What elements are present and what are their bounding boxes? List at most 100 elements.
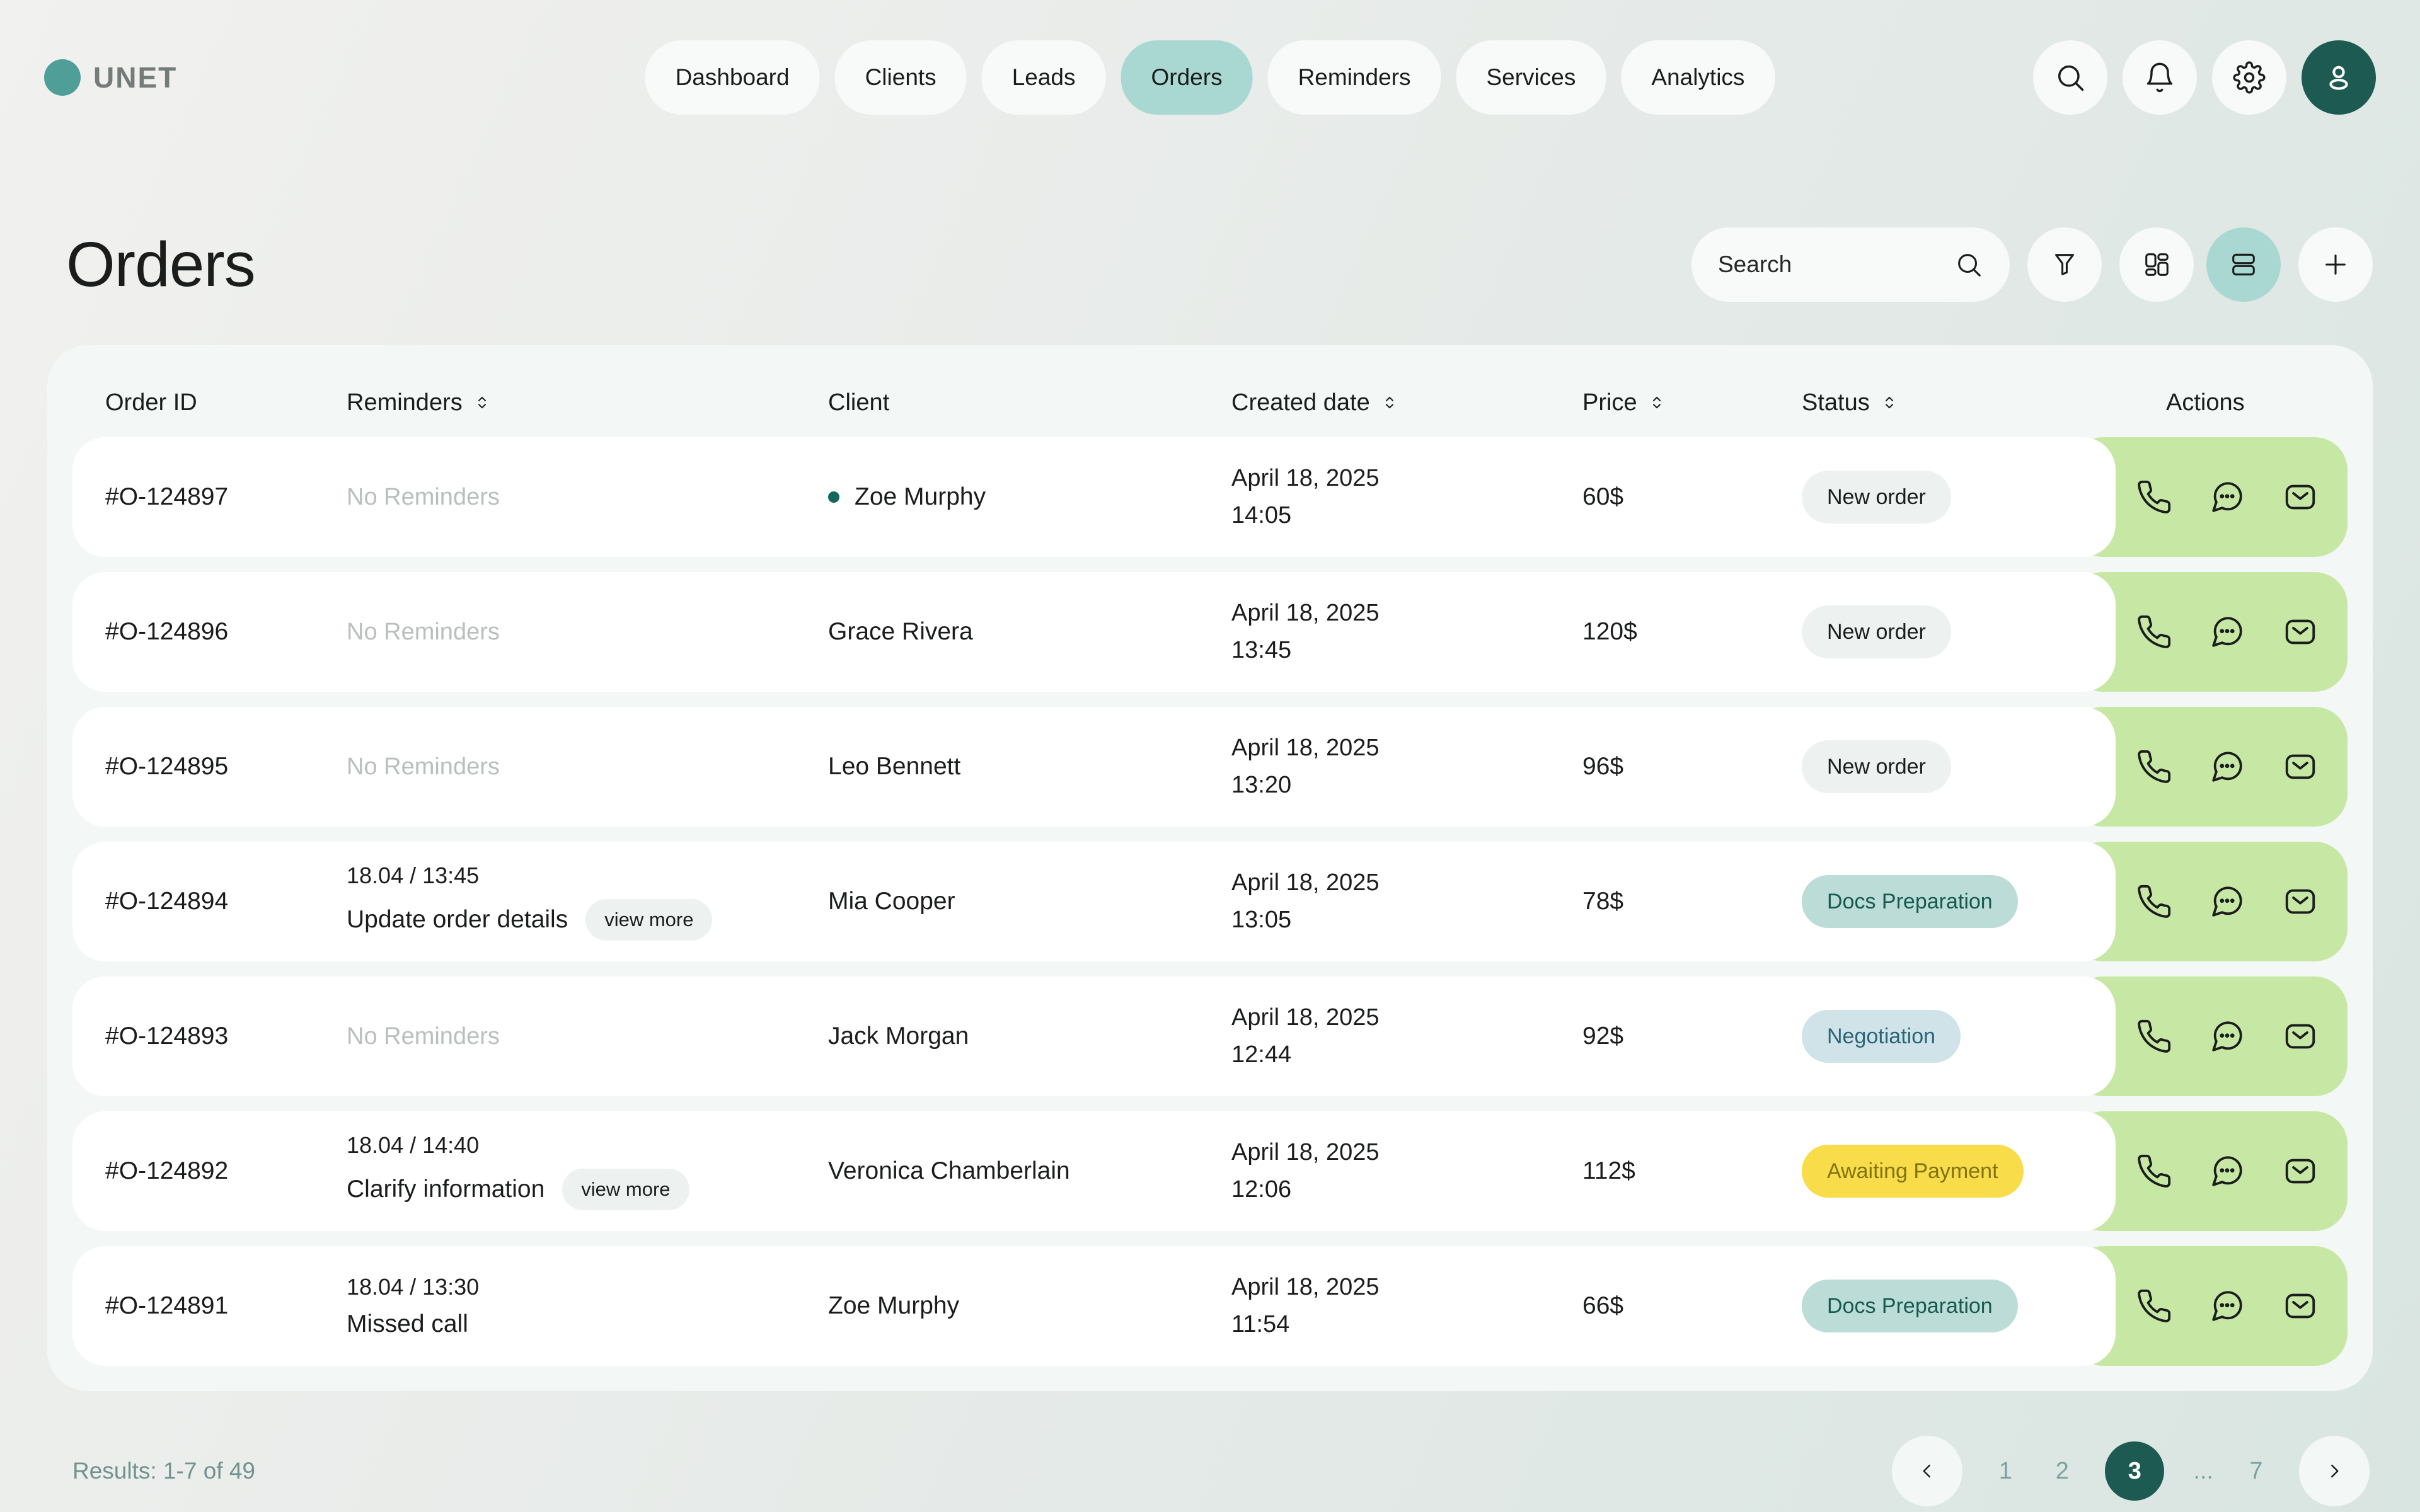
sort-icon[interactable] (473, 393, 492, 412)
reminder-cell: No Reminders (347, 619, 828, 646)
client-name: Mia Cooper (828, 888, 955, 915)
row-card[interactable]: #O-124894 18.04 / 13:45 Update order det… (72, 842, 2116, 961)
table-row: #O-124896 No Reminders Grace Rivera Apri… (72, 572, 2348, 692)
search-icon (2054, 61, 2087, 94)
next-page-button[interactable] (2299, 1436, 2370, 1506)
pagination: 1 2 3 ... 7 (1892, 1436, 2370, 1506)
chat-icon[interactable] (2209, 614, 2245, 650)
table-row: #O-124894 18.04 / 13:45 Update order det… (72, 842, 2348, 961)
reminder-cell: No Reminders (347, 1023, 828, 1050)
status-badge: New order (1802, 740, 1951, 793)
nav-item-leads[interactable]: Leads (982, 40, 1106, 115)
status-cell: New order (1802, 740, 2116, 793)
mail-icon[interactable] (2282, 1288, 2319, 1324)
phone-icon[interactable] (2136, 614, 2172, 650)
chat-icon[interactable] (2209, 748, 2245, 785)
date: April 18, 2025 (1231, 730, 1582, 767)
reminder-time: 18.04 / 14:40 (347, 1132, 828, 1159)
list-view-button[interactable] (2206, 227, 2281, 302)
created-date-cell: April 18, 202513:05 (1231, 864, 1582, 939)
mail-icon[interactable] (2282, 479, 2319, 515)
phone-icon[interactable] (2136, 883, 2172, 920)
phone-icon[interactable] (2136, 1153, 2172, 1189)
notifications-button[interactable] (2123, 40, 2197, 115)
page-number-7[interactable]: 7 (2242, 1458, 2270, 1485)
chat-icon[interactable] (2209, 883, 2245, 920)
status-badge: Negotiation (1802, 1010, 1961, 1063)
phone-icon[interactable] (2136, 479, 2172, 515)
nav-item-dashboard[interactable]: Dashboard (645, 40, 820, 115)
client-cell: Grace Rivera (828, 618, 1231, 646)
date: April 18, 2025 (1231, 1269, 1582, 1306)
grid-view-button[interactable] (2119, 227, 2194, 302)
sort-icon[interactable] (1647, 393, 1666, 412)
nav-item-clients[interactable]: Clients (835, 40, 967, 115)
nav-item-services[interactable]: Services (1456, 40, 1606, 115)
top-bar: UNET Dashboard Clients Leads Orders Remi… (44, 39, 2376, 116)
sort-icon[interactable] (1380, 393, 1399, 412)
chat-icon[interactable] (2209, 1153, 2245, 1189)
orders-table: Order ID Reminders Client Created date P… (47, 345, 2373, 1391)
price: 66$ (1582, 1292, 1802, 1320)
add-order-button[interactable] (2298, 227, 2373, 302)
mail-icon[interactable] (2282, 1153, 2319, 1189)
created-date-cell: April 18, 202513:20 (1231, 730, 1582, 804)
chat-icon[interactable] (2209, 1288, 2245, 1324)
order-id: #O-124893 (105, 1022, 347, 1050)
brand-logo-icon (44, 59, 81, 96)
nav-item-analytics[interactable]: Analytics (1621, 40, 1775, 115)
header-status: Status (1802, 389, 2128, 416)
client-name: Jack Morgan (828, 1022, 969, 1050)
row-card[interactable]: #O-124896 No Reminders Grace Rivera Apri… (72, 572, 2116, 692)
mail-icon[interactable] (2282, 883, 2319, 920)
mail-icon[interactable] (2282, 614, 2319, 650)
plus-icon (2321, 250, 2350, 279)
search-icon (1954, 250, 1983, 279)
page-head: Orders (66, 222, 2373, 307)
mail-icon[interactable] (2282, 748, 2319, 785)
header-created-date: Created date (1231, 389, 1582, 416)
header-reminders: Reminders (347, 389, 828, 416)
page-number-3-active[interactable]: 3 (2105, 1441, 2164, 1501)
status-badge: Docs Preparation (1802, 875, 2018, 928)
view-more-button[interactable]: view more (585, 899, 712, 941)
filter-button[interactable] (2027, 227, 2102, 302)
page-number-2[interactable]: 2 (2048, 1458, 2076, 1485)
page-title: Orders (66, 229, 255, 301)
profile-button[interactable] (2302, 40, 2376, 115)
grid-view-icon (2142, 250, 2171, 279)
nav-item-reminders[interactable]: Reminders (1268, 40, 1441, 115)
reminder-cell: No Reminders (347, 753, 828, 781)
nav-item-orders[interactable]: Orders (1121, 40, 1253, 115)
row-card[interactable]: #O-124893 No Reminders Jack Morgan April… (72, 976, 2116, 1096)
row-card[interactable]: #O-124895 No Reminders Leo Bennett April… (72, 707, 2116, 827)
time: 13:05 (1231, 902, 1582, 939)
phone-icon[interactable] (2136, 1018, 2172, 1055)
no-reminders-label: No Reminders (347, 1023, 500, 1050)
phone-icon[interactable] (2136, 1288, 2172, 1324)
row-card[interactable]: #O-124892 18.04 / 14:40 Clarify informat… (72, 1111, 2116, 1231)
table-header: Order ID Reminders Client Created date P… (72, 368, 2348, 437)
date: April 18, 2025 (1231, 864, 1582, 902)
time: 12:06 (1231, 1171, 1582, 1208)
settings-button[interactable] (2212, 40, 2286, 115)
search-button[interactable] (2033, 40, 2107, 115)
time: 13:20 (1231, 767, 1582, 804)
mail-icon[interactable] (2282, 1018, 2319, 1055)
row-card[interactable]: #O-124891 18.04 / 13:30 Missed call Zoe … (72, 1246, 2116, 1366)
status-cell: New order (1802, 471, 2116, 524)
main-nav: Dashboard Clients Leads Orders Reminders… (645, 40, 1775, 115)
table-body: #O-124897 No Reminders Zoe Murphy April … (72, 437, 2348, 1366)
price: 112$ (1582, 1157, 1802, 1185)
phone-icon[interactable] (2136, 748, 2172, 785)
page-number-1[interactable]: 1 (1991, 1458, 2019, 1485)
chat-icon[interactable] (2209, 1018, 2245, 1055)
chat-icon[interactable] (2209, 479, 2245, 515)
row-card[interactable]: #O-124897 No Reminders Zoe Murphy April … (72, 437, 2116, 557)
prev-page-button[interactable] (1892, 1436, 1962, 1506)
sort-icon[interactable] (1880, 393, 1899, 412)
bell-icon (2143, 61, 2176, 94)
view-more-button[interactable]: view more (562, 1169, 689, 1210)
search-input[interactable] (1718, 251, 1932, 278)
filter-icon (2050, 250, 2079, 279)
